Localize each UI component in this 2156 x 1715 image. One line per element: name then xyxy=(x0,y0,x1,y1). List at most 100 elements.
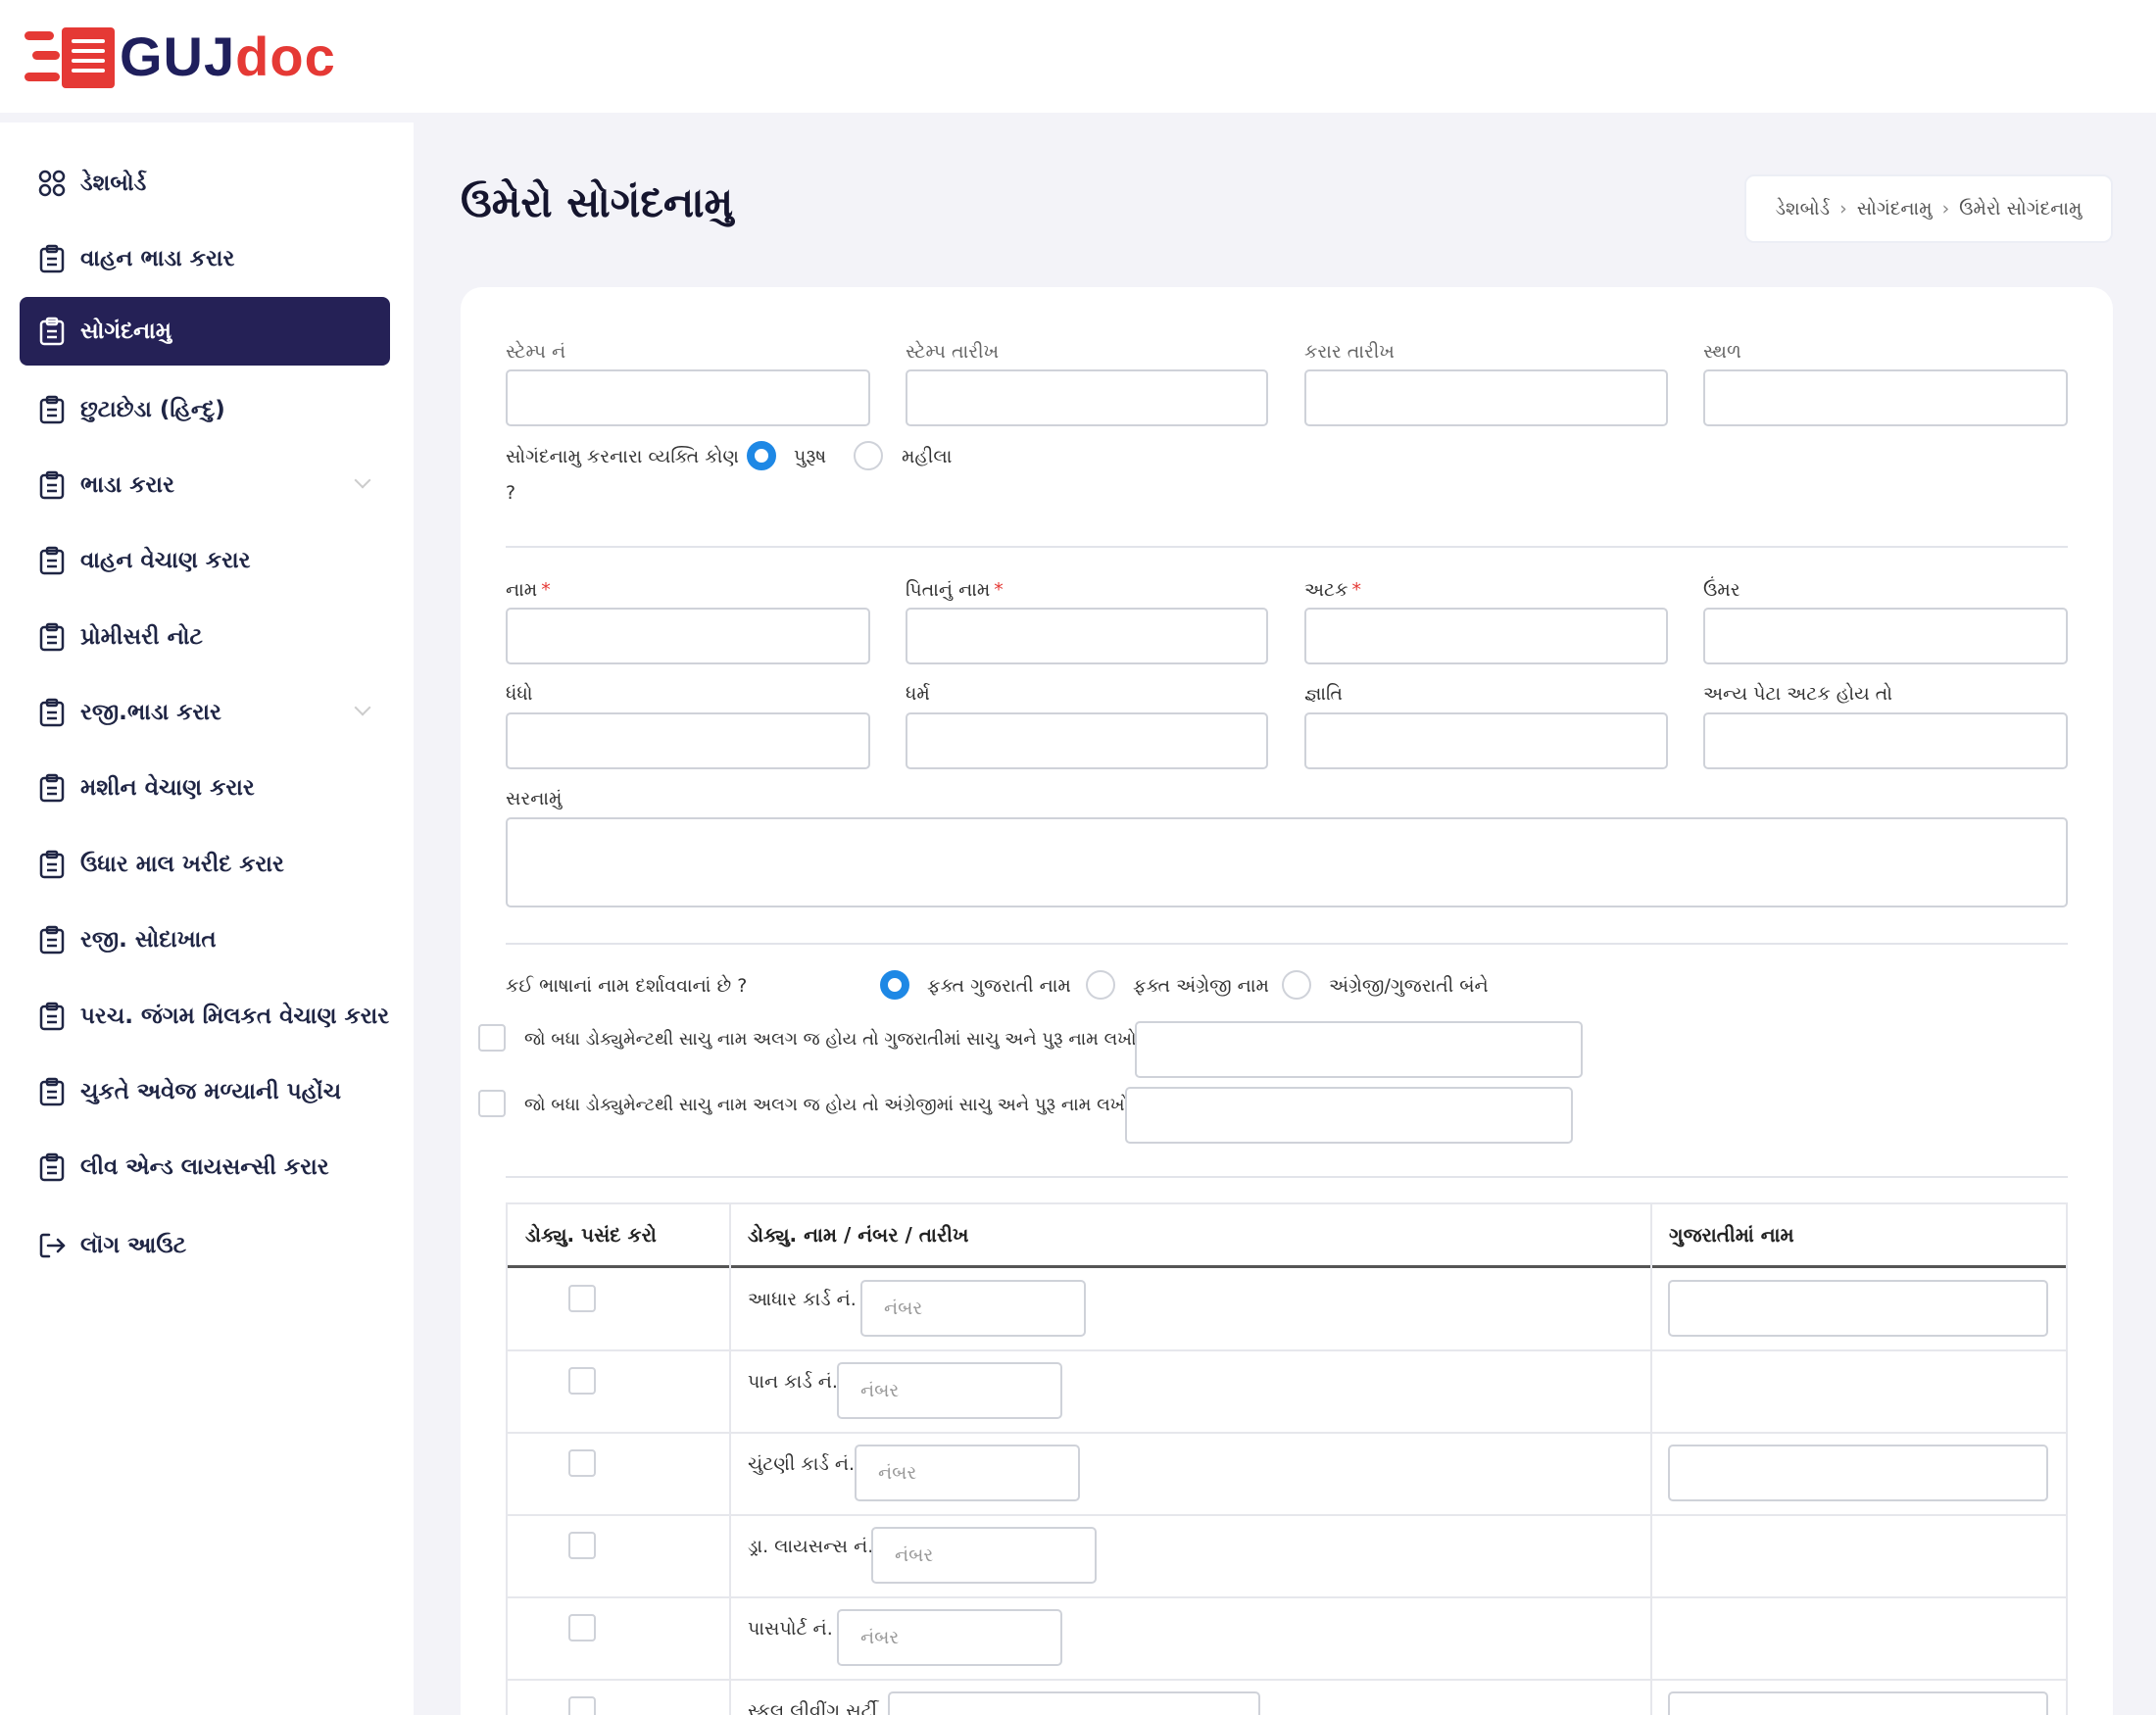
sidebar-item-label: પ્રોમીસરી નોટ xyxy=(80,624,203,650)
grid-icon xyxy=(37,169,67,198)
doc-aadhaar-label: આધાર કાર્ડ નં. xyxy=(748,1289,857,1310)
father-name-label-text: પિતાનું નામ xyxy=(906,579,991,601)
sidebar-item-credit-purchase[interactable]: ઉધાર માલ ખરીદ કરાર xyxy=(20,830,390,899)
true-name-gujarati-checkbox[interactable] xyxy=(478,1024,506,1052)
surname-label-text: અટક xyxy=(1304,579,1348,601)
doc-voter-gujarati-name-input[interactable] xyxy=(1668,1445,2048,1501)
gujdoc-logo[interactable]: GUJdoc xyxy=(24,20,336,93)
name-input[interactable] xyxy=(506,608,870,664)
sidebar-item-machine-sale[interactable]: મશીન વેચાણ કરાર xyxy=(20,754,390,822)
sidebar-item-promissory-note[interactable]: પ્રોમીસરી નોટ xyxy=(20,603,390,671)
doc-school-leaving-input[interactable] xyxy=(888,1691,1260,1715)
name-label: નામ * xyxy=(506,579,551,601)
father-name-label: પિતાનું નામ * xyxy=(906,579,1004,601)
chevron-right-icon: › xyxy=(1941,198,1950,220)
language-gujarati-radio[interactable] xyxy=(880,970,909,1000)
language-english-radio[interactable] xyxy=(1086,970,1115,1000)
doc-license-number-input[interactable]: નંબર xyxy=(871,1527,1097,1584)
religion-input[interactable] xyxy=(906,712,1268,769)
sidebar-item-divorce[interactable]: છુટાછેડા (હિન્દુ) xyxy=(20,375,390,444)
stamp-date-label: સ્ટેમ્પ તારીખ xyxy=(906,341,1000,363)
true-name-english-label: જો બધા ડોક્યુમેન્ટથી સાચુ નામ અલગ જ હોય … xyxy=(524,1095,1129,1115)
occupation-input[interactable] xyxy=(506,712,870,769)
column-divider xyxy=(1650,1204,1652,1715)
doc-passport-number-input[interactable]: નંબર xyxy=(837,1609,1062,1666)
required-mark: * xyxy=(541,579,551,601)
row-divider xyxy=(508,1349,2066,1351)
doc-voter-number-input[interactable]: નંબર xyxy=(855,1445,1080,1501)
sidebar-item-label: ડેશબોર્ડ xyxy=(80,171,147,196)
sidebar-item-vehicle-rent[interactable]: વાહન ભાડા કરાર xyxy=(20,224,390,293)
caste-input[interactable] xyxy=(1304,712,1668,769)
doc-license-checkbox[interactable] xyxy=(568,1532,596,1559)
clipboard-icon xyxy=(37,244,67,273)
sidebar-item-label: મશીન વેચાણ કરાર xyxy=(80,775,255,801)
chevron-right-icon: › xyxy=(1839,198,1847,220)
breadcrumb-item-dashboard[interactable]: ડેશબોર્ડ xyxy=(1776,198,1831,220)
true-name-english-input[interactable] xyxy=(1125,1087,1573,1144)
true-name-english-checkbox[interactable] xyxy=(478,1090,506,1117)
section-divider xyxy=(506,943,2068,945)
table-header-doc: ડોક્યુ. નામ / નંબર / તારીખ xyxy=(748,1223,969,1247)
sidebar-item-label: સોગંદનામુ xyxy=(80,318,172,344)
doc-aadhaar-checkbox[interactable] xyxy=(568,1285,596,1312)
column-divider xyxy=(729,1204,731,1715)
sidebar-item-payment-receipt[interactable]: ચુકતે અવેજ મળ્યાની પહોંચ xyxy=(20,1057,390,1126)
doc-school-leaving-label: સ્કુલ લીવીંગ સર્ટી xyxy=(748,1700,878,1715)
breadcrumb-item-affidavit[interactable]: સોગંદનામુ xyxy=(1857,198,1933,220)
place-label: સ્થળ xyxy=(1703,341,1741,363)
true-name-gujarati-input[interactable] xyxy=(1135,1021,1583,1078)
deponent-question-mark: ? xyxy=(506,482,516,504)
stamp-date-input[interactable] xyxy=(906,369,1268,426)
caste-label: જ્ઞાતિ xyxy=(1304,683,1343,705)
doc-voter-label: ચુંટણી કાર્ડ નં. xyxy=(748,1453,856,1475)
sidebar-item-leave-license[interactable]: લીવ એન્ડ લાયસન્સી કરાર xyxy=(20,1133,390,1201)
language-both-radio[interactable] xyxy=(1282,970,1311,1000)
sidebar-item-registered-deal[interactable]: રજી. સોદાખાત xyxy=(20,906,390,974)
logout-icon xyxy=(37,1231,67,1260)
surname-label: અટક * xyxy=(1304,579,1361,601)
sidebar-item-registered-rent[interactable]: રજી.ભાડા કરાર xyxy=(20,678,390,747)
age-input[interactable] xyxy=(1703,608,2068,664)
place-input[interactable] xyxy=(1703,369,2068,426)
section-divider xyxy=(506,1176,2068,1178)
gender-male-label: પુરૂષ xyxy=(794,446,827,467)
address-textarea[interactable] xyxy=(506,817,2068,907)
clipboard-icon xyxy=(37,1152,67,1182)
page-title: ઉમેરો સોગંદનામુ xyxy=(461,178,734,226)
father-name-input[interactable] xyxy=(906,608,1268,664)
stamp-no-label: સ્ટેમ્પ નં xyxy=(506,341,566,363)
table-header-select: ડોક્યુ. પસંદ કરો xyxy=(525,1223,657,1247)
doc-voter-checkbox[interactable] xyxy=(568,1449,596,1477)
doc-aadhaar-number-input[interactable]: નંબર xyxy=(860,1280,1086,1337)
doc-school-leaving-gujarati-name-input[interactable] xyxy=(1668,1691,2048,1715)
doc-aadhaar-gujarati-name-input[interactable] xyxy=(1668,1280,2048,1337)
gender-female-radio[interactable] xyxy=(854,441,883,470)
stamp-no-input[interactable] xyxy=(506,369,870,426)
language-gujarati-label: ફક્ત ગુજરાતી નામ xyxy=(927,975,1071,997)
clipboard-icon xyxy=(37,317,67,346)
other-surname-input[interactable] xyxy=(1703,712,2068,769)
sidebar-item-dashboard[interactable]: ડેશબોર્ડ xyxy=(20,149,390,218)
row-divider xyxy=(508,1514,2066,1516)
sidebar-item-rent-agreement[interactable]: ભાડા કરાર xyxy=(20,451,390,519)
sidebar-item-movable-property-sale[interactable]: પરચ. જંગમ મિલકત વેચાણ કરાર xyxy=(20,982,390,1051)
brand-name: GUJdoc xyxy=(120,24,336,88)
agreement-date-input[interactable] xyxy=(1304,369,1668,426)
gender-male-radio[interactable] xyxy=(747,441,776,470)
required-mark: * xyxy=(1351,579,1362,601)
row-divider xyxy=(508,1679,2066,1681)
sidebar-item-label: લીવ એન્ડ લાયસન્સી કરાર xyxy=(80,1154,329,1180)
doc-pan-number-input[interactable]: નંબર xyxy=(837,1362,1062,1419)
sidebar-item-affidavit[interactable]: સોગંદનામુ xyxy=(20,297,390,366)
sidebar-item-vehicle-sale[interactable]: વાહન વેચાણ કરાર xyxy=(20,526,390,595)
documents-table: ડોક્યુ. પસંદ કરો ડોક્યુ. નામ / નંબર / તા… xyxy=(506,1202,2068,1715)
sidebar-item-logout[interactable]: લૉગ આઉટ xyxy=(20,1211,390,1280)
clipboard-icon xyxy=(37,1077,67,1106)
doc-pan-checkbox[interactable] xyxy=(568,1367,596,1395)
doc-school-leaving-checkbox[interactable] xyxy=(568,1696,596,1715)
surname-input[interactable] xyxy=(1304,608,1668,664)
doc-passport-checkbox[interactable] xyxy=(568,1614,596,1642)
language-both-label: અંગ્રેજી/ગુજરાતી બંને xyxy=(1329,975,1489,997)
sidebar-item-label: રજી.ભાડા કરાર xyxy=(80,700,221,725)
